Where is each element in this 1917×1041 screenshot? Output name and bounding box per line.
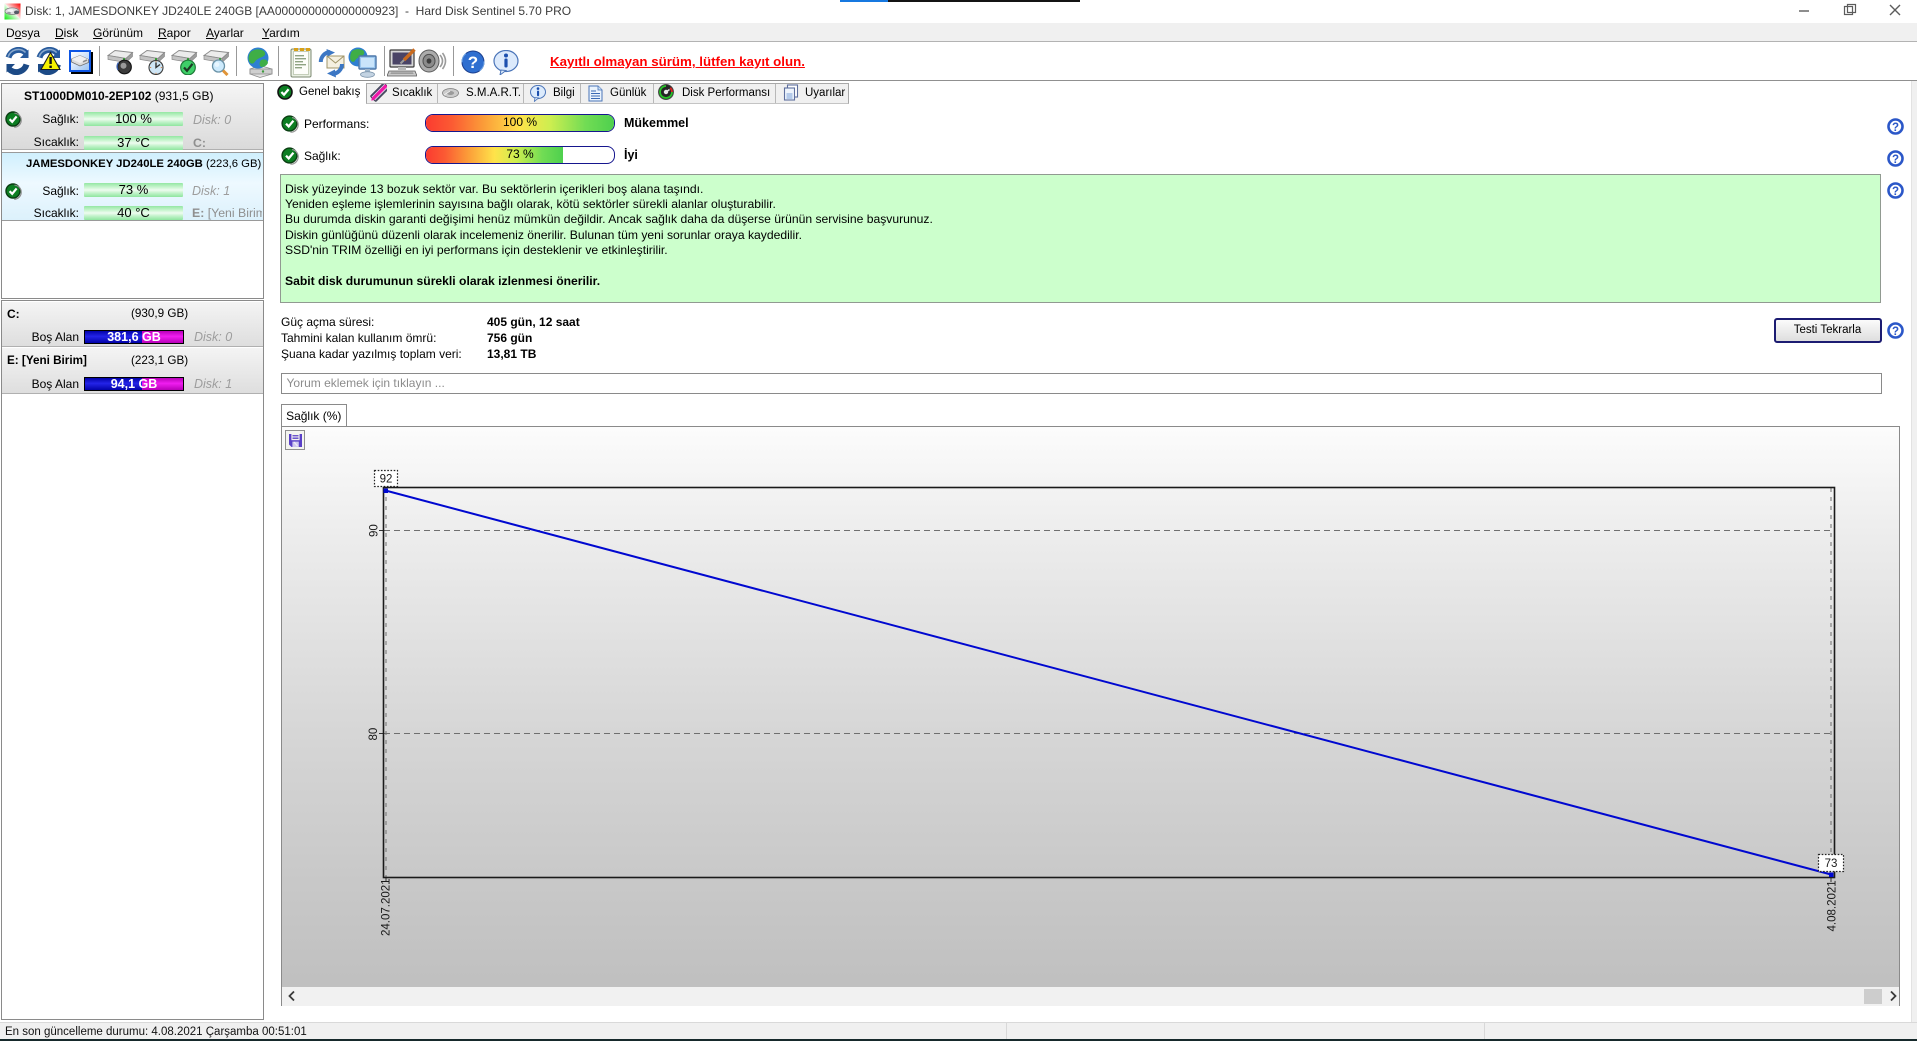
svg-text:92: 92: [380, 474, 393, 486]
svg-text:73: 73: [1825, 858, 1838, 870]
svg-text:80: 80: [368, 728, 380, 741]
svg-text:4.08.2021: 4.08.2021: [1827, 880, 1839, 931]
svg-text:90: 90: [369, 524, 381, 537]
svg-text:24.07.2021: 24.07.2021: [381, 878, 393, 936]
